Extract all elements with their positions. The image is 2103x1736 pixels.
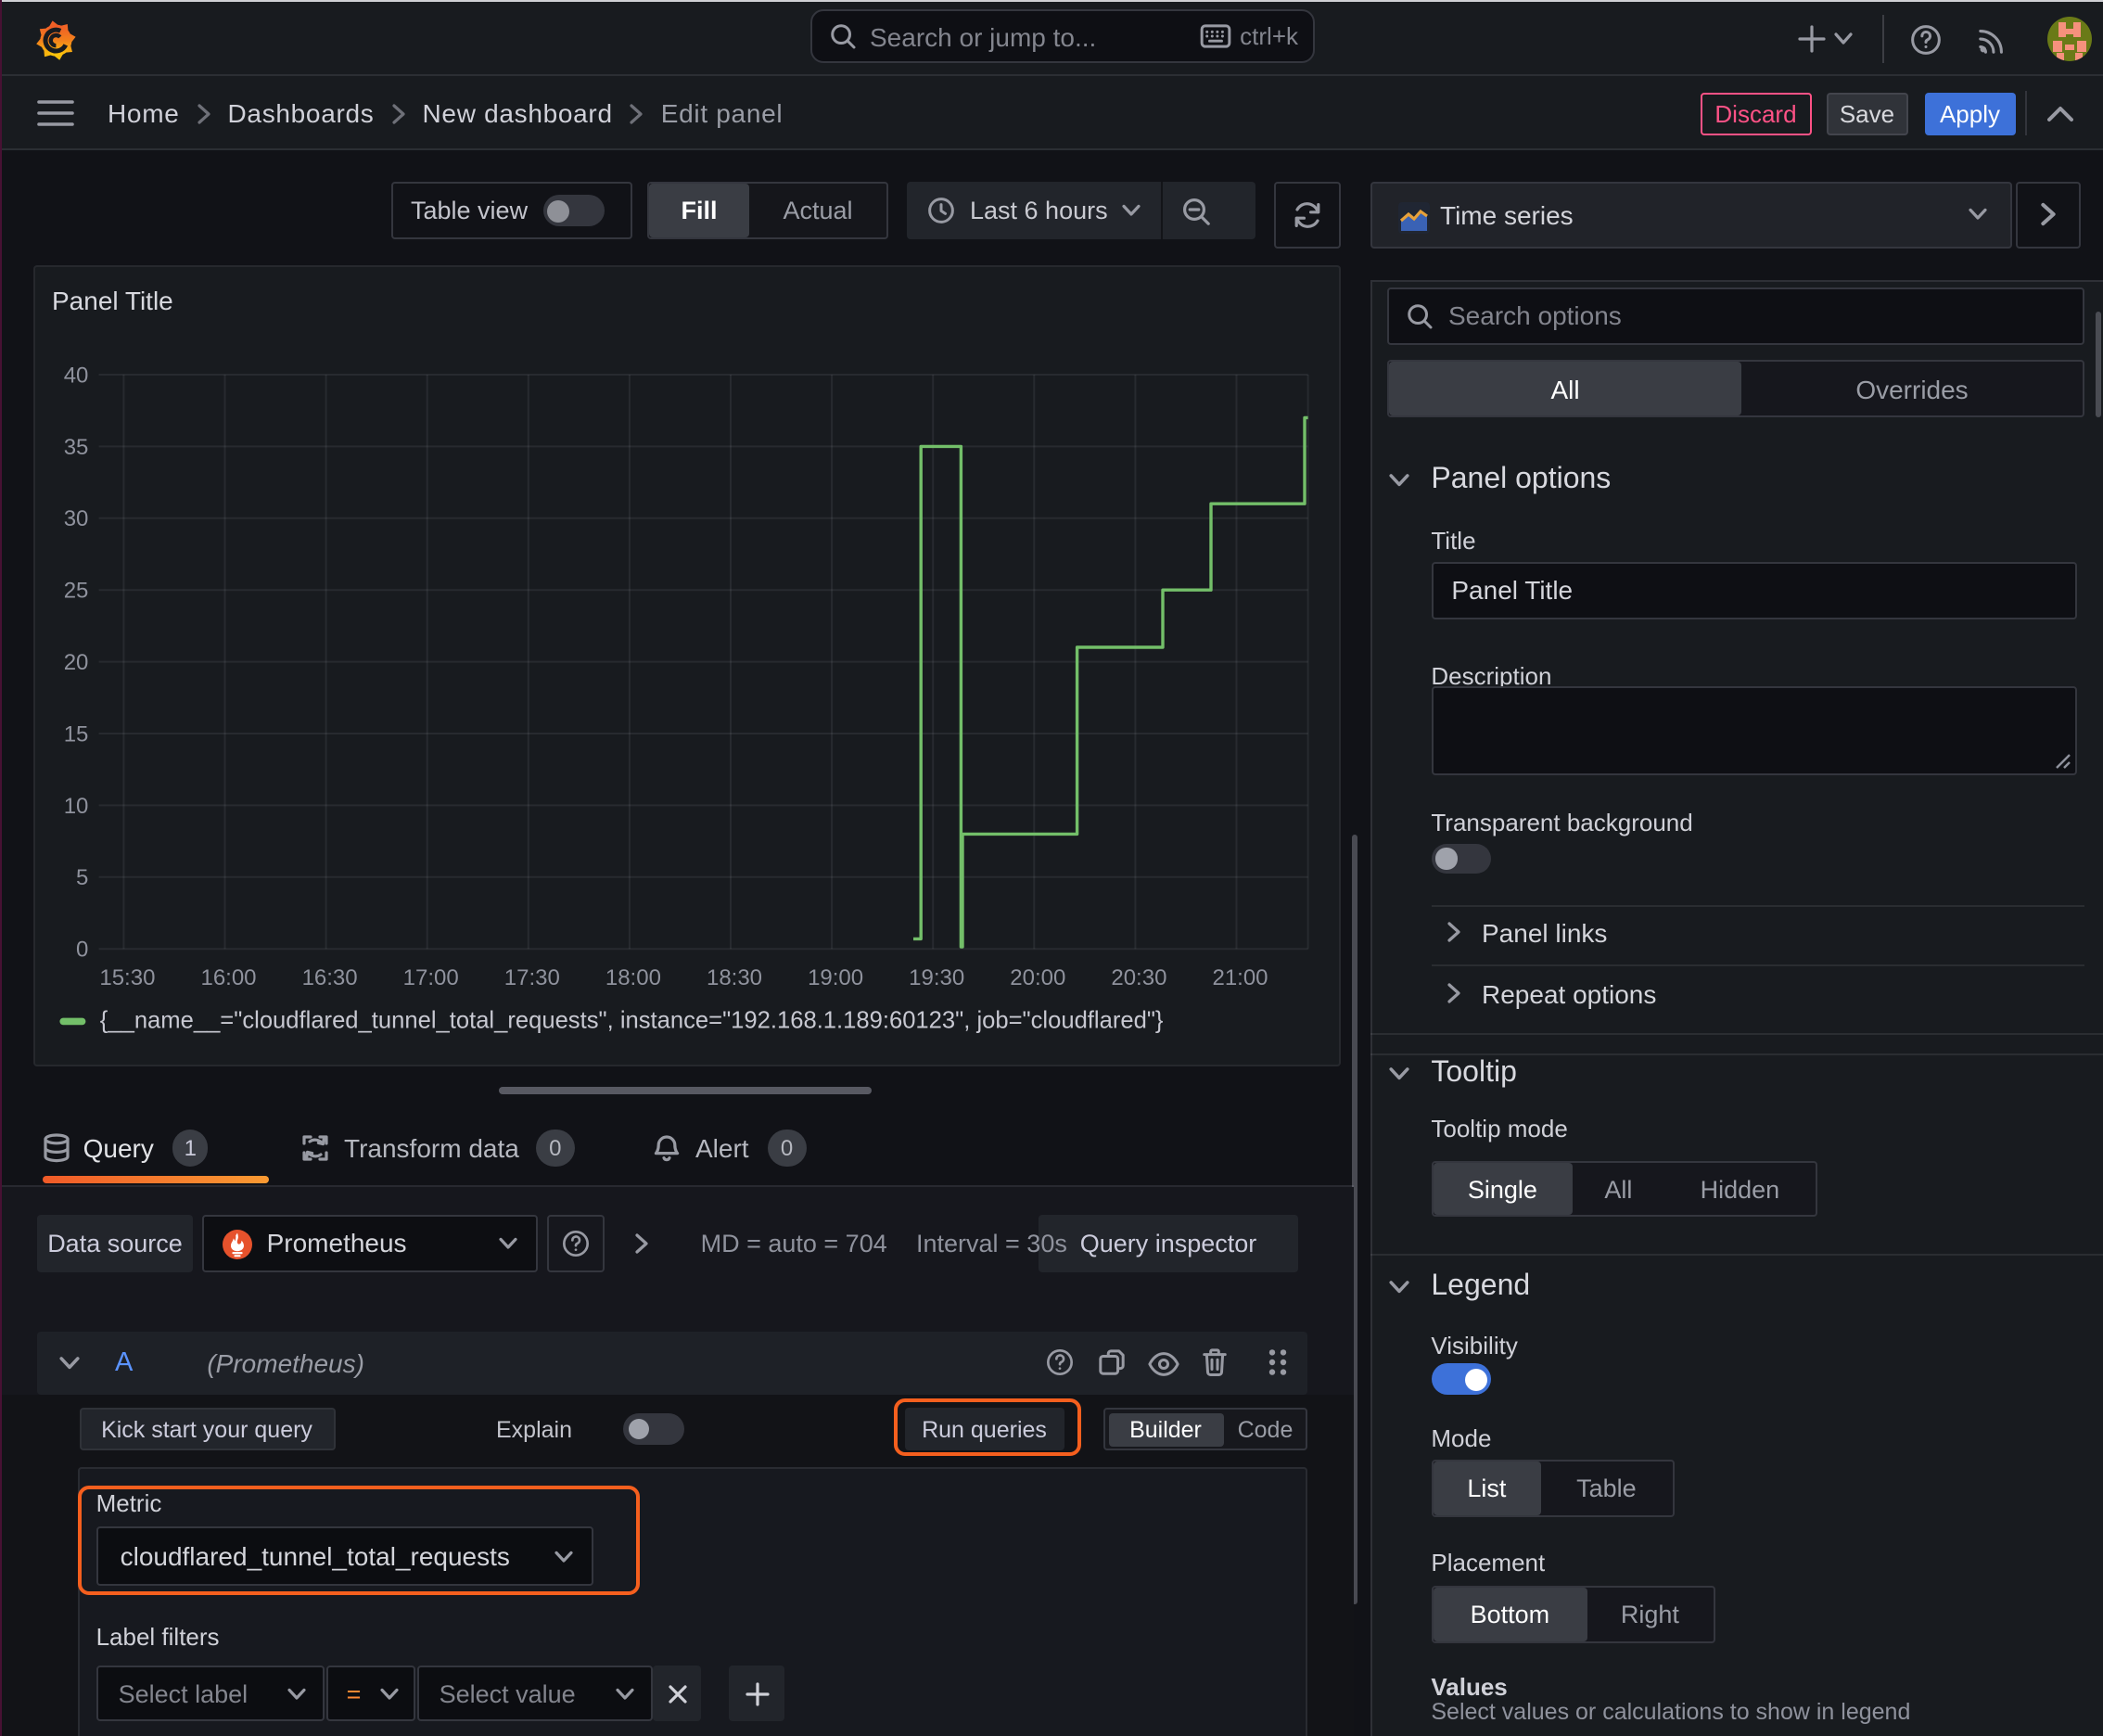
svg-text:19:00: 19:00 (808, 965, 863, 990)
svg-text:17:30: 17:30 (504, 965, 560, 990)
svg-text:0: 0 (76, 938, 88, 963)
svg-text:5: 5 (76, 865, 88, 890)
svg-text:30: 30 (64, 506, 89, 531)
svg-text:18:30: 18:30 (707, 965, 762, 990)
svg-text:16:30: 16:30 (302, 965, 358, 990)
svg-text:21:00: 21:00 (1212, 965, 1268, 990)
svg-text:25: 25 (64, 579, 89, 604)
svg-text:20:00: 20:00 (1010, 965, 1065, 990)
svg-text:18:00: 18:00 (605, 965, 661, 990)
svg-text:40: 40 (64, 363, 89, 388)
svg-text:10: 10 (64, 794, 89, 819)
svg-text:35: 35 (64, 435, 89, 460)
svg-text:20:30: 20:30 (1111, 965, 1166, 990)
svg-text:17:00: 17:00 (403, 965, 459, 990)
svg-text:15:30: 15:30 (99, 965, 155, 990)
svg-text:16:00: 16:00 (200, 965, 256, 990)
svg-text:19:30: 19:30 (909, 965, 964, 990)
svg-text:{__name__="cloudflared_tunnel_: {__name__="cloudflared_tunnel_total_requ… (100, 1008, 1164, 1034)
svg-text:15: 15 (64, 721, 89, 747)
svg-text:20: 20 (64, 650, 89, 675)
